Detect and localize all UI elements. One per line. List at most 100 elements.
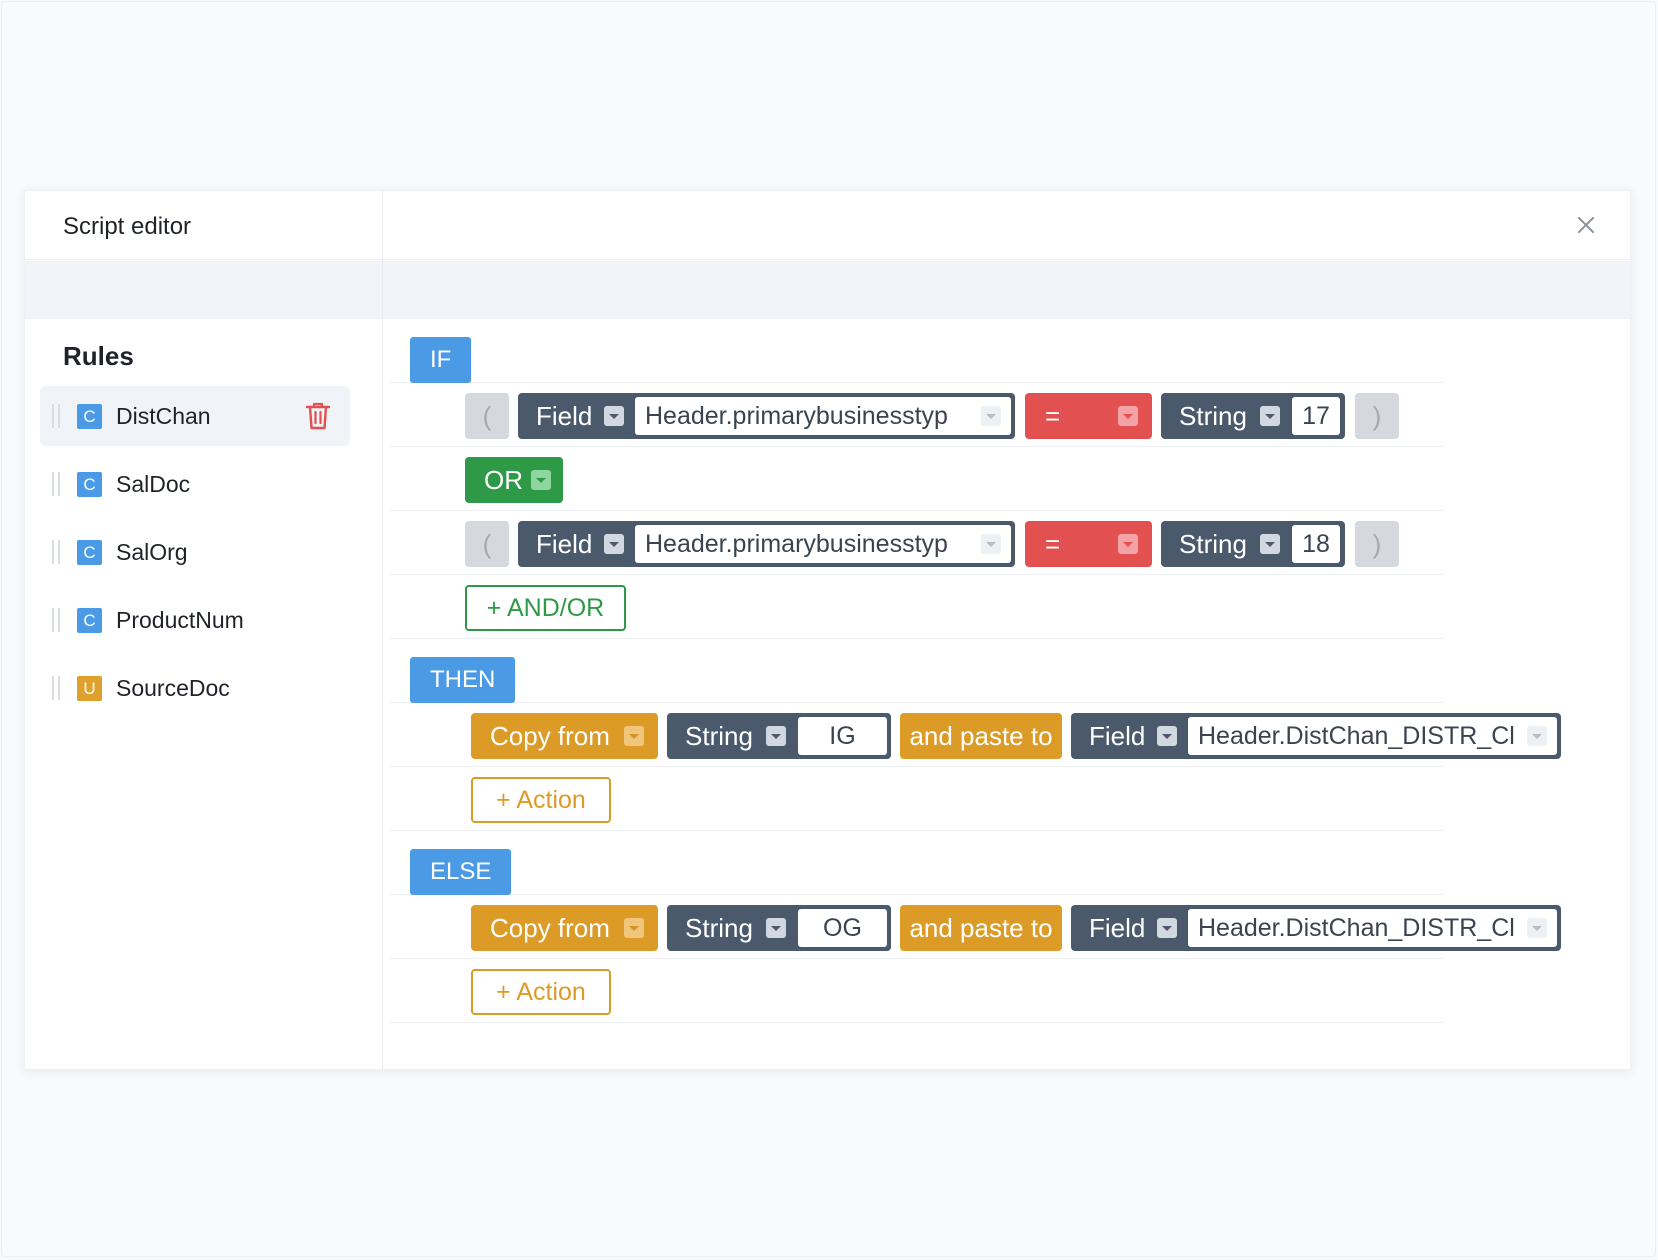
drag-handle-icon[interactable] bbox=[52, 608, 60, 632]
chevron-down-icon[interactable] bbox=[531, 470, 551, 490]
left-operand: Field Header.primarybusinesstyp bbox=[518, 393, 1015, 439]
chevron-down-icon[interactable] bbox=[604, 406, 624, 426]
rule-type-badge: U bbox=[77, 676, 102, 701]
operand-type-label: Field bbox=[536, 401, 593, 431]
close-paren-button[interactable]: ) bbox=[1355, 521, 1399, 567]
target-operand: Field Header.DistChan_DISTR_Cl bbox=[1071, 713, 1561, 759]
field-select[interactable]: Header.primarybusinesstyp bbox=[635, 397, 1011, 435]
operand-type-label: String bbox=[1179, 401, 1247, 431]
drag-handle-icon[interactable] bbox=[52, 472, 60, 496]
target-operand: Field Header.DistChan_DISTR_Cl bbox=[1071, 905, 1561, 951]
field-value: Header.primarybusinesstyp bbox=[645, 402, 948, 430]
rules-title: Rules bbox=[63, 341, 134, 371]
rules-sidebar: Rules C DistChan C SalDoc C SalOrg C Pro… bbox=[25, 319, 382, 1069]
trash-icon[interactable] bbox=[304, 400, 332, 432]
rule-item-salorg[interactable]: C SalOrg bbox=[40, 522, 350, 582]
left-operand: Field Header.primarybusinesstyp bbox=[518, 521, 1015, 567]
else-keyword[interactable]: ELSE bbox=[410, 849, 512, 895]
then-row: THEN bbox=[390, 639, 1444, 703]
value-input[interactable]: 17 bbox=[1292, 397, 1340, 435]
rule-item-productnum[interactable]: C ProductNum bbox=[40, 590, 350, 650]
chevron-down-icon[interactable] bbox=[624, 918, 644, 938]
chevron-down-icon[interactable] bbox=[766, 918, 786, 938]
field-select[interactable]: Header.primarybusinesstyp bbox=[635, 525, 1011, 563]
source-value-input[interactable]: OG bbox=[798, 909, 887, 947]
rule-type-badge: C bbox=[77, 404, 102, 429]
drag-handle-icon[interactable] bbox=[52, 540, 60, 564]
paste-to-label: and paste to bbox=[900, 905, 1062, 951]
close-paren-button[interactable]: ) bbox=[1355, 393, 1399, 439]
rule-editor: IF ( Field Header.primarybusinesstyp = S… bbox=[383, 319, 1630, 1069]
copy-from-select[interactable]: Copy from bbox=[471, 905, 658, 951]
operator-select[interactable]: = bbox=[1025, 521, 1152, 567]
operand-type-label: String bbox=[685, 721, 753, 751]
then-keyword[interactable]: THEN bbox=[410, 657, 516, 703]
add-action-row: + Action bbox=[390, 959, 1444, 1023]
open-paren-button[interactable]: ( bbox=[465, 521, 509, 567]
script-editor-dialog: Script editor Rules C DistChan C SalDoc … bbox=[24, 190, 1631, 1070]
action-label: Copy from bbox=[490, 913, 610, 943]
operand-type-label: Field bbox=[536, 529, 593, 559]
connector-value: OR bbox=[484, 465, 523, 495]
connector-row: OR bbox=[390, 447, 1444, 511]
add-and-or-button[interactable]: + AND/OR bbox=[465, 585, 626, 631]
chevron-down-icon[interactable] bbox=[1118, 534, 1138, 554]
operand-type-label: String bbox=[685, 913, 753, 943]
chevron-down-icon[interactable] bbox=[1527, 726, 1547, 746]
rule-item-sourcedoc[interactable]: U SourceDoc bbox=[40, 658, 350, 718]
chevron-down-icon[interactable] bbox=[1527, 918, 1547, 938]
action-row: Copy from String IG and paste to Field H… bbox=[390, 703, 1561, 767]
right-operand: String 17 bbox=[1161, 393, 1345, 439]
field-value: Header.DistChan_DISTR_Cl bbox=[1198, 914, 1515, 942]
target-field-select[interactable]: Header.DistChan_DISTR_Cl bbox=[1188, 717, 1557, 755]
chevron-down-icon[interactable] bbox=[766, 726, 786, 746]
rule-item-saldoc[interactable]: C SalDoc bbox=[40, 454, 350, 514]
open-paren-button[interactable]: ( bbox=[465, 393, 509, 439]
source-value-input[interactable]: IG bbox=[798, 717, 887, 755]
paste-to-label: and paste to bbox=[900, 713, 1062, 759]
rule-name: SalDoc bbox=[116, 471, 191, 497]
copy-from-select[interactable]: Copy from bbox=[471, 713, 658, 759]
operator-value: = bbox=[1045, 401, 1061, 431]
chevron-down-icon[interactable] bbox=[604, 534, 624, 554]
add-action-button[interactable]: + Action bbox=[471, 969, 611, 1015]
right-operand: String 18 bbox=[1161, 521, 1345, 567]
add-action-row: + Action bbox=[390, 767, 1444, 831]
chevron-down-icon[interactable] bbox=[981, 406, 1001, 426]
rule-type-badge: C bbox=[77, 472, 102, 497]
target-field-select[interactable]: Header.DistChan_DISTR_Cl bbox=[1188, 909, 1557, 947]
drag-handle-icon[interactable] bbox=[52, 404, 60, 428]
chevron-down-icon[interactable] bbox=[624, 726, 644, 746]
toolbar bbox=[25, 261, 1630, 319]
dialog-title: Script editor bbox=[63, 213, 192, 240]
operand-type-label: String bbox=[1179, 529, 1247, 559]
value-input[interactable]: 18 bbox=[1292, 525, 1340, 563]
chevron-down-icon[interactable] bbox=[1260, 534, 1280, 554]
rule-item-distchan[interactable]: C DistChan bbox=[40, 386, 350, 446]
source-operand: String IG bbox=[667, 713, 891, 759]
chevron-down-icon[interactable] bbox=[1157, 726, 1177, 746]
drag-handle-icon[interactable] bbox=[52, 676, 60, 700]
rule-name: DistChan bbox=[116, 403, 211, 429]
operand-type-label: Field bbox=[1089, 721, 1146, 751]
condition-row: ( Field Header.primarybusinesstyp = Stri… bbox=[390, 511, 1444, 575]
or-connector-select[interactable]: OR bbox=[465, 457, 563, 503]
chevron-down-icon[interactable] bbox=[1118, 406, 1138, 426]
close-icon[interactable] bbox=[1572, 211, 1600, 239]
chevron-down-icon[interactable] bbox=[981, 534, 1001, 554]
operator-select[interactable]: = bbox=[1025, 393, 1152, 439]
action-row: Copy from String OG and paste to Field H… bbox=[390, 895, 1561, 959]
rule-type-badge: C bbox=[77, 540, 102, 565]
if-keyword[interactable]: IF bbox=[410, 337, 472, 383]
rule-name: ProductNum bbox=[116, 607, 244, 633]
rule-name: SourceDoc bbox=[116, 675, 230, 701]
operator-value: = bbox=[1045, 529, 1061, 559]
add-condition-row: + AND/OR bbox=[390, 575, 1444, 639]
if-row: IF bbox=[390, 319, 1444, 383]
chevron-down-icon[interactable] bbox=[1157, 918, 1177, 938]
add-action-button[interactable]: + Action bbox=[471, 777, 611, 823]
rule-name: SalOrg bbox=[116, 539, 188, 565]
field-value: Header.DistChan_DISTR_Cl bbox=[1198, 722, 1515, 750]
chevron-down-icon[interactable] bbox=[1260, 406, 1280, 426]
action-label: Copy from bbox=[490, 721, 610, 751]
